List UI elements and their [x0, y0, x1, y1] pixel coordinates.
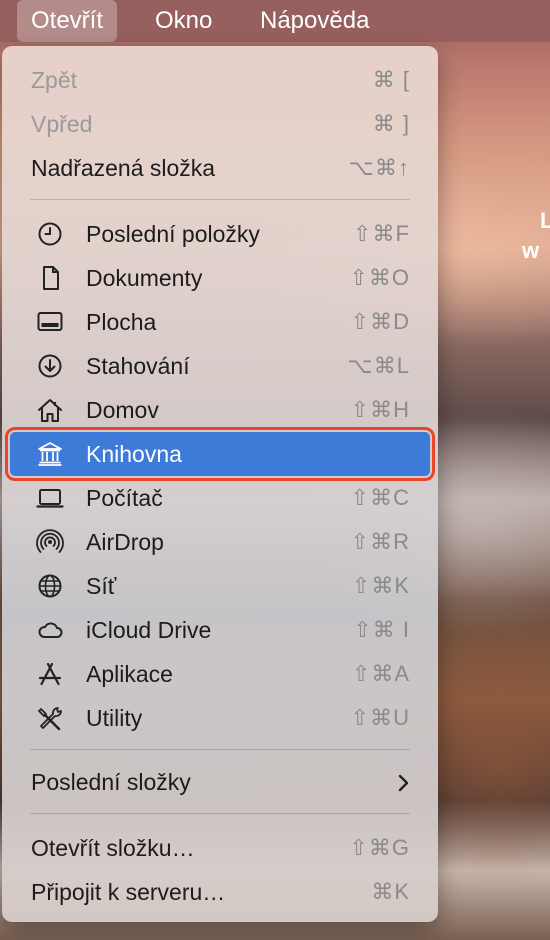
applications-icon — [36, 661, 64, 687]
menu-item-go-to-folder[interactable]: Otevřít složku… ⇧⌘G — [10, 826, 430, 870]
menu-item-computer[interactable]: Počítač ⇧⌘C — [10, 476, 430, 520]
shortcut-label: ⇧⌘F — [353, 221, 410, 246]
shortcut-label: ⇧⌘U — [350, 705, 410, 730]
menu-item-label: Otevřít složku… — [31, 835, 195, 861]
menu-item-label: Knihovna — [86, 441, 182, 467]
shortcut-label: ⇧⌘ I — [353, 617, 410, 642]
menu-separator — [30, 199, 410, 200]
menu-item-label: Síť — [86, 573, 117, 599]
menu-item-desktop[interactable]: Plocha ⇧⌘D — [10, 300, 430, 344]
shortcut-label: ⌘K — [371, 879, 410, 904]
menu-item-label: Stahování — [86, 353, 190, 379]
menu-item-label: Aplikace — [86, 661, 173, 687]
menu-item-label: Poslední položky — [86, 221, 260, 247]
shortcut-label: ⌘ ] — [372, 111, 410, 136]
menu-separator — [30, 813, 410, 814]
menu-bar: Otevřít Okno Nápověda — [0, 0, 550, 42]
document-icon — [36, 265, 64, 291]
menu-item-label: Domov — [86, 397, 159, 423]
shortcut-label: ⇧⌘R — [350, 529, 410, 554]
menu-item-library[interactable]: Knihovna — [5, 427, 435, 481]
menubar-napoveda[interactable]: Nápověda — [246, 0, 383, 42]
menu-item-connect-to-server[interactable]: Připojit k serveru… ⌘K — [10, 870, 430, 914]
shortcut-label: ⇧⌘C — [350, 485, 410, 510]
menu-item-label: Plocha — [86, 309, 157, 335]
menu-item-network[interactable]: Síť ⇧⌘K — [10, 564, 430, 608]
download-icon — [36, 353, 64, 379]
menu-item-label: iCloud Drive — [86, 617, 212, 643]
menu-item-label: Utility — [86, 705, 143, 731]
airdrop-icon — [36, 529, 64, 555]
menu-item-enclosing-folder[interactable]: Nadřazená složka ⌥⌘↑ — [10, 146, 430, 190]
utilities-icon — [36, 705, 64, 731]
chevron-right-icon — [396, 774, 410, 792]
home-icon — [36, 397, 64, 423]
shortcut-label: ⇧⌘K — [351, 573, 410, 598]
menu-item-label: Poslední složky — [31, 769, 191, 795]
menu-separator — [30, 749, 410, 750]
menu-item-forward[interactable]: Vpřed ⌘ ] — [10, 102, 430, 146]
computer-icon — [36, 485, 64, 511]
shortcut-label: ⇧⌘O — [349, 265, 410, 290]
cloud-icon — [36, 617, 64, 643]
watermark-text-2: w — [522, 238, 540, 263]
menubar-okno[interactable]: Okno — [141, 0, 226, 42]
menu-item-label: Nadřazená složka — [31, 155, 216, 181]
menu-item-icloud-drive[interactable]: iCloud Drive ⇧⌘ I — [10, 608, 430, 652]
menu-item-recent-folders[interactable]: Poslední složky — [10, 760, 430, 804]
shortcut-label: ⇧⌘H — [350, 397, 410, 422]
menu-item-airdrop[interactable]: AirDrop ⇧⌘R — [10, 520, 430, 564]
watermark-text-1: L — [540, 208, 550, 233]
menu-item-utilities[interactable]: Utility ⇧⌘U — [10, 696, 430, 740]
desktop-icon — [36, 309, 64, 335]
menu-item-label: AirDrop — [86, 529, 164, 555]
shortcut-label: ⇧⌘G — [349, 835, 410, 860]
menu-item-downloads[interactable]: Stahování ⌥⌘L — [10, 344, 430, 388]
library-icon — [36, 441, 64, 467]
menu-item-label: Počítač — [86, 485, 163, 511]
globe-icon — [36, 573, 64, 599]
menubar-otevrit[interactable]: Otevřít — [17, 0, 118, 42]
menu-item-back[interactable]: Zpět ⌘ [ — [10, 58, 430, 102]
shortcut-label: ⇧⌘D — [350, 309, 410, 334]
menu-item-home[interactable]: Domov ⇧⌘H — [10, 388, 430, 432]
shortcut-label: ⌘ [ — [372, 67, 410, 92]
menu-item-documents[interactable]: Dokumenty ⇧⌘O — [10, 256, 430, 300]
shortcut-label: ⌥⌘L — [347, 353, 410, 378]
menu-item-label: Připojit k serveru… — [31, 879, 226, 905]
menu-item-applications[interactable]: Aplikace ⇧⌘A — [10, 652, 430, 696]
shortcut-label: ⇧⌘A — [351, 661, 410, 686]
clock-icon — [36, 221, 64, 247]
menu-item-label: Dokumenty — [86, 265, 203, 291]
shortcut-label: ⌥⌘↑ — [348, 155, 410, 180]
menu-item-label: Zpět — [31, 67, 78, 93]
menu-item-label: Vpřed — [31, 111, 93, 137]
menu-item-recents[interactable]: Poslední položky ⇧⌘F — [10, 212, 430, 256]
go-menu-dropdown: Zpět ⌘ [ Vpřed ⌘ ] Nadřazená složka ⌥⌘↑ … — [2, 46, 438, 922]
